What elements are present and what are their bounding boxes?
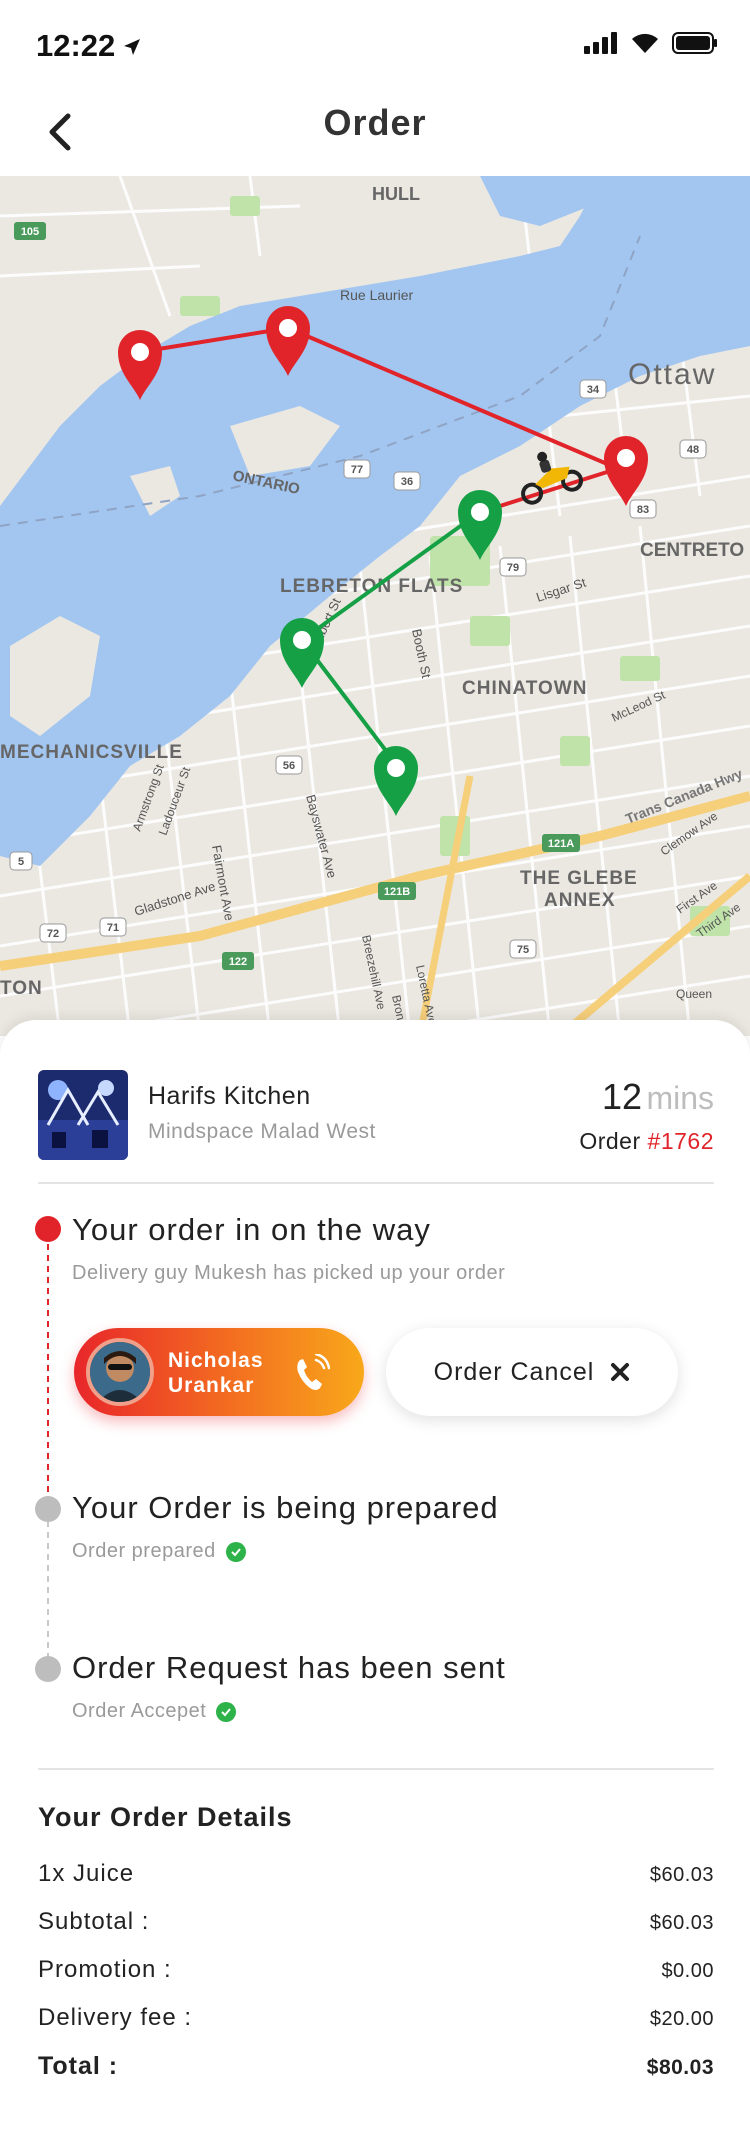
map-label: ANNEX [544, 890, 616, 911]
battery-icon [672, 32, 717, 54]
order-details-title: Your Order Details [38, 1802, 293, 1832]
driver-last-name: Urankar [168, 1374, 255, 1397]
map-label: 36 [401, 476, 413, 488]
phone-icon [297, 1354, 330, 1390]
order-cancel-button[interactable]: Order Cancel [386, 1328, 678, 1416]
wifi-icon [632, 33, 658, 53]
order-detail-row: 1x Juice $60.03 [38, 1860, 714, 1888]
timeline-subtitle: Order prepared [72, 1540, 246, 1563]
order-number: Order #1762 [579, 1128, 714, 1155]
map-label: 122 [229, 956, 247, 968]
restaurant-image [38, 1070, 128, 1160]
order-id: #1762 [647, 1128, 714, 1154]
detail-value: $0.00 [661, 1960, 714, 1982]
avatar [86, 1338, 154, 1406]
detail-label: Promotion : [38, 1956, 172, 1983]
map-canvas[interactable]: HULL Ottaw ONTARIO CENTRETO LEBRETON FLA… [0, 176, 750, 1036]
divider [38, 1182, 714, 1184]
timeline-dot-active [35, 1216, 61, 1242]
map-label: TON [0, 978, 43, 999]
eta-value: 12 [601, 1076, 642, 1117]
eta-unit: mins [646, 1080, 714, 1116]
detail-value: $60.03 [649, 1912, 714, 1934]
call-driver-button[interactable]: Nicholas Urankar [74, 1328, 364, 1416]
map-label: 105 [21, 226, 39, 238]
status-bar: 12:22 [0, 0, 750, 88]
map-label: Queen [676, 987, 712, 1001]
map-label: HULL [372, 184, 420, 204]
timeline-subtitle-text: Delivery guy Mukesh has picked up your o… [72, 1262, 506, 1284]
map-label: 72 [47, 928, 59, 940]
timeline-dot [35, 1496, 61, 1522]
check-icon [216, 1701, 237, 1722]
map-label: THE GLEBE [520, 868, 638, 889]
map-label: MECHANICSVILLE [0, 742, 183, 763]
detail-label: Delivery fee : [38, 2004, 193, 2031]
map-label: Rue Laurier [340, 287, 413, 303]
timeline-title: Your order in on the way [72, 1212, 431, 1247]
timeline-subtitle: Delivery guy Mukesh has picked up your o… [72, 1262, 505, 1285]
close-icon [611, 1363, 630, 1381]
restaurant-address: Mindspace Malad West [148, 1120, 376, 1143]
total-label: Total : [38, 2052, 119, 2080]
total-value: $80.03 [646, 2056, 714, 2079]
map-label: 121B [384, 886, 410, 898]
detail-label: Subtotal : [38, 1908, 150, 1935]
map-label: Ottaw [628, 358, 716, 391]
map-label: 79 [507, 562, 519, 574]
driver-first-name: Nicholas [168, 1349, 264, 1372]
timeline-subtitle: Order Accepet [72, 1700, 237, 1723]
timeline-title: Your Order is being prepared [72, 1490, 499, 1525]
timeline-dot [35, 1656, 61, 1682]
driver-name: Nicholas Urankar [168, 1348, 264, 1398]
map-label: 121A [548, 838, 574, 850]
map[interactable]: HULL Ottaw ONTARIO CENTRETO LEBRETON FLA… [0, 176, 750, 1036]
order-label: Order [579, 1128, 641, 1154]
restaurant-name: Harifs Kitchen [148, 1082, 311, 1110]
detail-label: 1x Juice [38, 1860, 135, 1887]
order-cancel-label: Order Cancel [433, 1357, 595, 1386]
timeline-subtitle-text: Order prepared [72, 1540, 216, 1562]
map-label: 75 [517, 944, 529, 956]
map-label: 56 [283, 760, 295, 772]
order-sheet: Harifs Kitchen Mindspace Malad West 12 m… [0, 1020, 750, 2136]
map-label: 77 [351, 464, 363, 476]
eta: 12 mins [602, 1076, 714, 1118]
signal-icon [584, 32, 617, 54]
timeline-subtitle-text: Order Accepet [72, 1700, 207, 1722]
map-label: CENTRETO [640, 540, 744, 561]
map-label: LEBRETON FLATS [280, 576, 463, 597]
map-label: 48 [687, 444, 699, 456]
order-detail-row: Subtotal : $60.03 [38, 1908, 714, 1936]
status-time: 12:22 [36, 28, 116, 63]
order-detail-row: Delivery fee : $20.00 [38, 2004, 714, 2032]
order-detail-row: Promotion : $0.00 [38, 1956, 714, 1984]
page-title: Order [323, 102, 427, 143]
status-icons [584, 32, 718, 54]
location-arrow-icon [124, 39, 140, 55]
map-label: 83 [637, 504, 649, 516]
timeline-line [47, 1222, 49, 1660]
map-label: 34 [587, 384, 600, 396]
divider [38, 1768, 714, 1770]
order-total-row: Total : $80.03 [38, 2052, 714, 2081]
map-label: CHINATOWN [462, 678, 587, 699]
check-icon [225, 1541, 246, 1562]
timeline-title: Order Request has been sent [72, 1650, 506, 1685]
map-label: 71 [107, 922, 119, 934]
detail-value: $20.00 [649, 2008, 714, 2030]
detail-value: $60.03 [649, 1864, 714, 1886]
header: Order [0, 88, 750, 176]
map-label: 5 [18, 856, 24, 868]
